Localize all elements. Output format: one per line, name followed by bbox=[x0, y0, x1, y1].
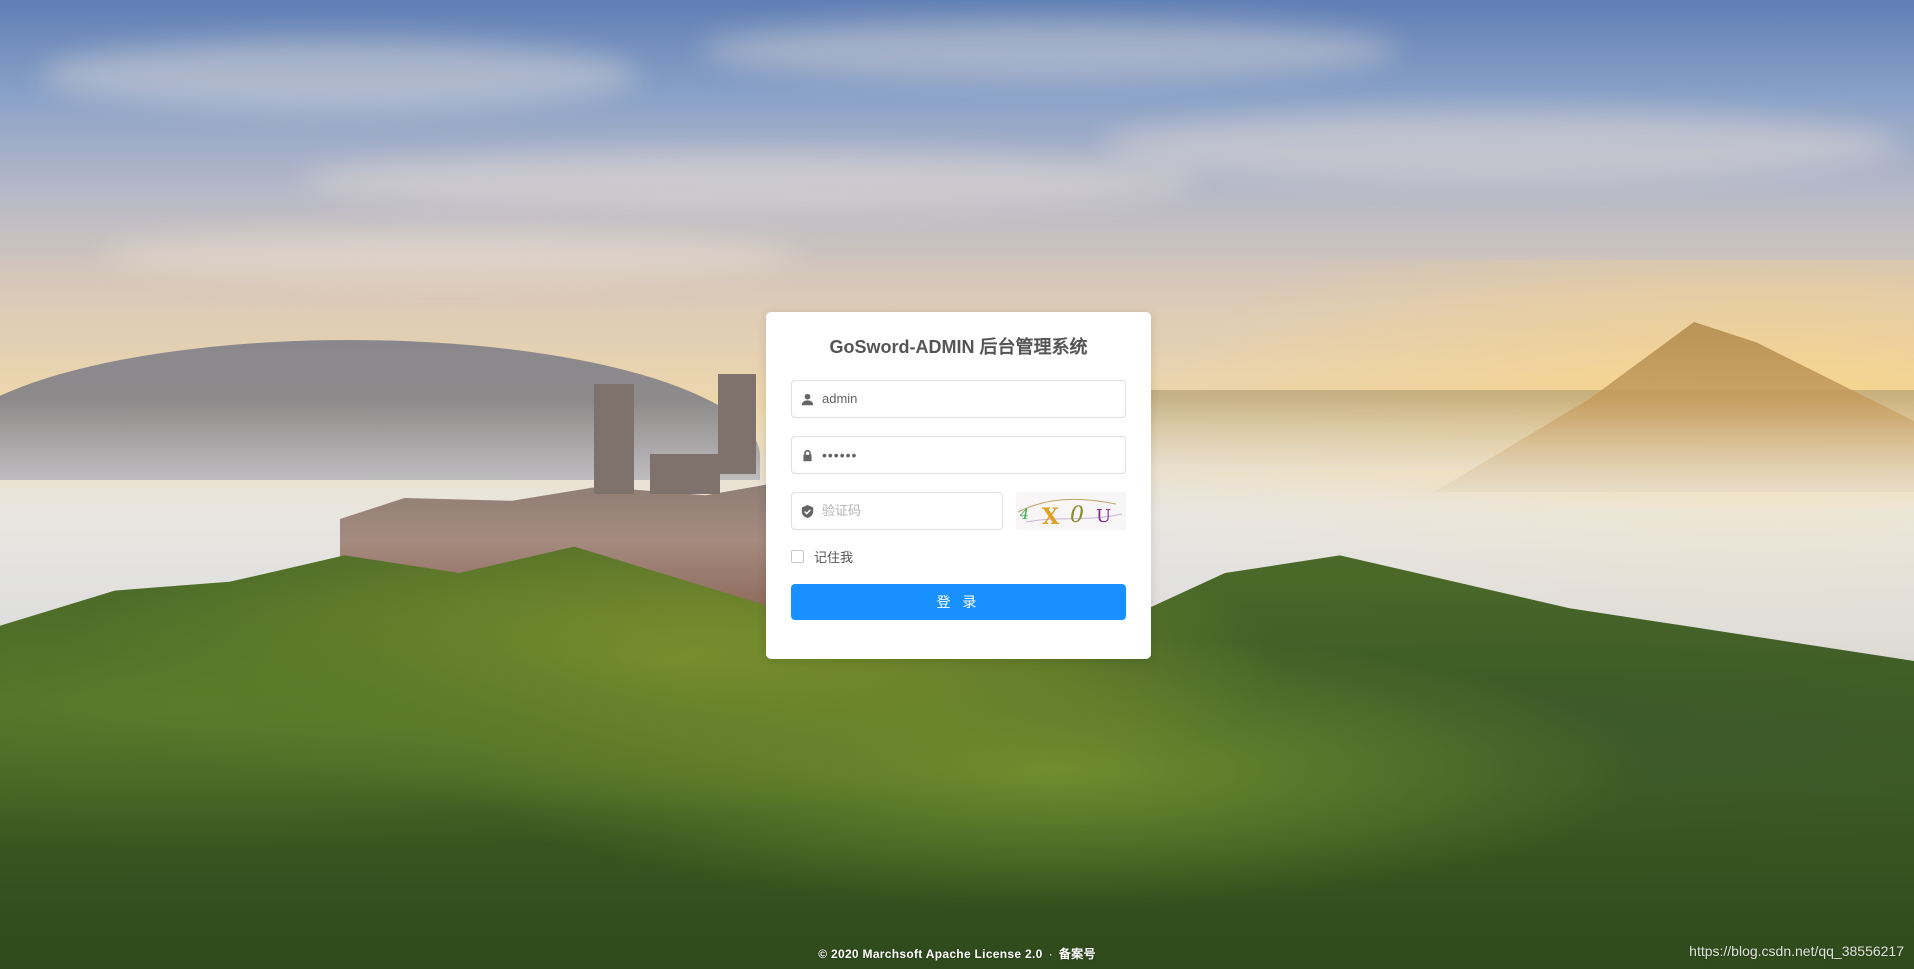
captcha-input[interactable] bbox=[822, 493, 1002, 529]
footer-icp-link[interactable]: 备案号 bbox=[1059, 947, 1096, 961]
svg-text:U: U bbox=[1096, 506, 1111, 527]
cloud bbox=[700, 20, 1400, 80]
cloud bbox=[40, 40, 640, 110]
username-input[interactable] bbox=[822, 381, 1125, 417]
remember-label: 记住我 bbox=[814, 549, 854, 565]
castle-tower bbox=[718, 374, 756, 474]
svg-text:4: 4 bbox=[1019, 507, 1029, 523]
remember-me[interactable]: 记住我 bbox=[791, 548, 1126, 565]
watermark: https://blog.csdn.net/qq_38556217 bbox=[1689, 943, 1904, 959]
remember-checkbox[interactable] bbox=[791, 549, 804, 563]
cloud bbox=[300, 150, 1200, 210]
password-input[interactable]: •••••• bbox=[822, 437, 1125, 473]
footer-copyright: © 2020 Marchsoft Apache License 2.0 bbox=[818, 947, 1043, 961]
captcha-graphic: 4 X 0 U bbox=[1017, 498, 1123, 530]
cloud bbox=[1100, 110, 1900, 180]
username-field[interactable] bbox=[791, 380, 1126, 418]
login-button[interactable]: 登 录 bbox=[791, 584, 1126, 620]
password-field[interactable]: •••••• bbox=[791, 436, 1126, 474]
user-icon bbox=[792, 381, 822, 417]
cloud bbox=[100, 230, 800, 280]
shield-check-icon bbox=[792, 493, 822, 529]
footer: © 2020 Marchsoft Apache License 2.0 · 备案号 bbox=[0, 945, 1914, 962]
castle-wall bbox=[650, 454, 720, 494]
login-title: GoSword-ADMIN 后台管理系统 bbox=[829, 337, 1088, 357]
castle-tower bbox=[594, 384, 634, 494]
svg-text:X: X bbox=[1042, 504, 1060, 530]
captcha-row: 4 X 0 U bbox=[791, 492, 1126, 530]
captcha-field[interactable] bbox=[791, 492, 1003, 530]
lock-icon bbox=[792, 437, 822, 473]
footer-separator: · bbox=[1048, 947, 1053, 961]
svg-text:0: 0 bbox=[1070, 503, 1084, 528]
login-card: GoSword-ADMIN 后台管理系统 •••••• 4 X 0 U bbox=[766, 312, 1151, 659]
captcha-image[interactable]: 4 X 0 U bbox=[1016, 492, 1126, 530]
